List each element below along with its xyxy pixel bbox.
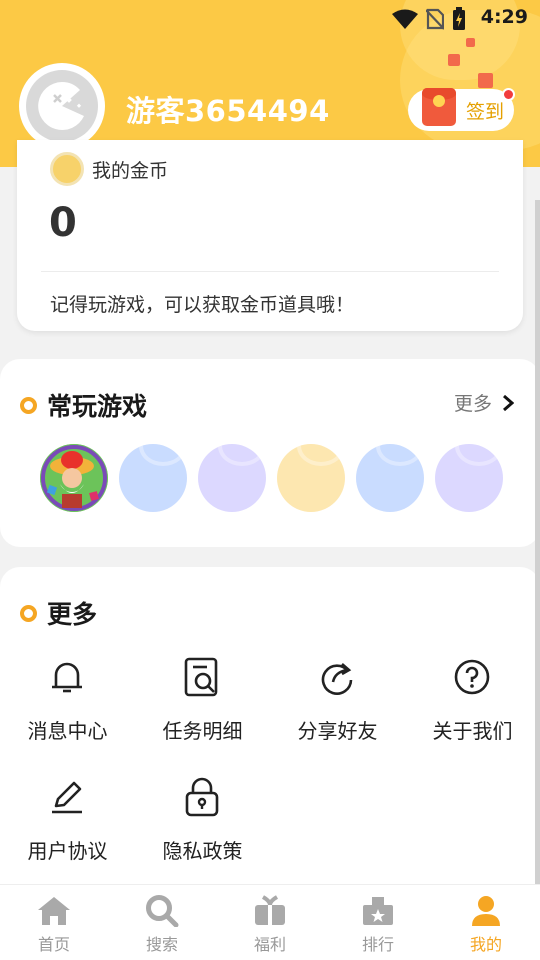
no-sim-icon [426, 8, 444, 30]
avatar[interactable] [19, 63, 105, 149]
section-title: 更多 [47, 600, 98, 629]
scrollbar[interactable] [535, 200, 540, 890]
home-icon [37, 895, 71, 927]
task-detail-icon [182, 657, 222, 697]
menu-item-label: 用户协议 [27, 839, 108, 863]
signin-label: 签到 [466, 100, 505, 123]
menu-item-privacy-policy[interactable]: 隐私政策 [135, 777, 270, 887]
menu-item-label: 任务明细 [162, 719, 243, 743]
coin-balance: 0 [49, 200, 77, 246]
coin-icon [50, 152, 84, 186]
tab-label: 福利 [253, 935, 286, 954]
tab-home[interactable]: 首页 [0, 885, 108, 960]
recent-games-list [40, 444, 503, 512]
tab-label: 搜索 [145, 935, 178, 954]
red-envelope-icon [422, 88, 456, 126]
section-title: 常玩游戏 [47, 392, 148, 421]
edit-icon [47, 777, 87, 817]
search-icon [145, 895, 179, 927]
game-placeholder[interactable] [435, 444, 503, 512]
menu-item-share[interactable]: 分享好友 [270, 657, 405, 767]
tab-label: 首页 [37, 935, 70, 954]
more-label: 更多 [453, 393, 492, 415]
recent-games-section: 常玩游戏 更多 [0, 359, 540, 547]
menu-item-label: 分享好友 [297, 719, 378, 743]
notification-dot [502, 88, 515, 101]
section-dot-icon [20, 396, 37, 414]
bell-icon [47, 657, 87, 697]
menu-item-about[interactable]: 关于我们 [405, 657, 540, 767]
username: 游客3654494 [126, 94, 330, 128]
coin-card: 我的金币 0 记得玩游戏，可以获取金币道具哦！ [17, 140, 523, 331]
tab-label: 排行 [361, 935, 394, 954]
default-avatar-icon [26, 70, 98, 142]
share-icon [317, 657, 357, 697]
tab-search[interactable]: 搜索 [108, 885, 216, 960]
tab-welfare[interactable]: 福利 [216, 885, 324, 960]
user-icon [469, 895, 503, 927]
more-section: 更多 消息中心 任务明细 分享好友 关于我们 用户协议 隐私政策 [0, 567, 540, 884]
status-bar: 4:29 [0, 0, 540, 36]
tab-mine[interactable]: 我的 [432, 885, 540, 960]
tab-label: 我的 [469, 935, 502, 954]
game-placeholder[interactable] [198, 444, 266, 512]
menu-item-user-agreement[interactable]: 用户协议 [0, 777, 135, 887]
game-icon[interactable] [40, 444, 108, 512]
menu-item-label: 隐私政策 [162, 839, 243, 863]
lock-icon [182, 777, 222, 817]
ranking-icon [361, 895, 395, 927]
section-dot-icon [20, 604, 37, 622]
coin-tip: 记得玩游戏，可以获取金币道具哦！ [50, 294, 355, 316]
more-games-link[interactable]: 更多 [454, 389, 514, 416]
menu-item-label: 消息中心 [27, 719, 108, 743]
menu-item-messages[interactable]: 消息中心 [0, 657, 135, 767]
game-placeholder[interactable] [356, 444, 424, 512]
mini-red-envelope-icon [448, 54, 460, 66]
menu-item-task-detail[interactable]: 任务明细 [135, 657, 270, 767]
battery-charging-icon [453, 7, 465, 30]
mini-red-envelope-icon [478, 73, 493, 88]
bottom-tab-bar: 首页 搜索 福利 排行 我的 [0, 884, 540, 960]
help-icon [452, 657, 492, 697]
tab-ranking[interactable]: 排行 [324, 885, 432, 960]
menu-item-label: 关于我们 [432, 719, 513, 743]
mini-red-envelope-icon [466, 38, 475, 47]
chevron-right-icon [503, 394, 514, 411]
divider [41, 271, 499, 272]
status-time: 4:29 [480, 6, 528, 28]
gift-icon [253, 895, 287, 927]
game-placeholder[interactable] [119, 444, 187, 512]
signin-button[interactable]: 签到 [408, 88, 515, 131]
wifi-icon [392, 9, 418, 29]
game-placeholder[interactable] [277, 444, 345, 512]
coin-title: 我的金币 [92, 159, 169, 182]
